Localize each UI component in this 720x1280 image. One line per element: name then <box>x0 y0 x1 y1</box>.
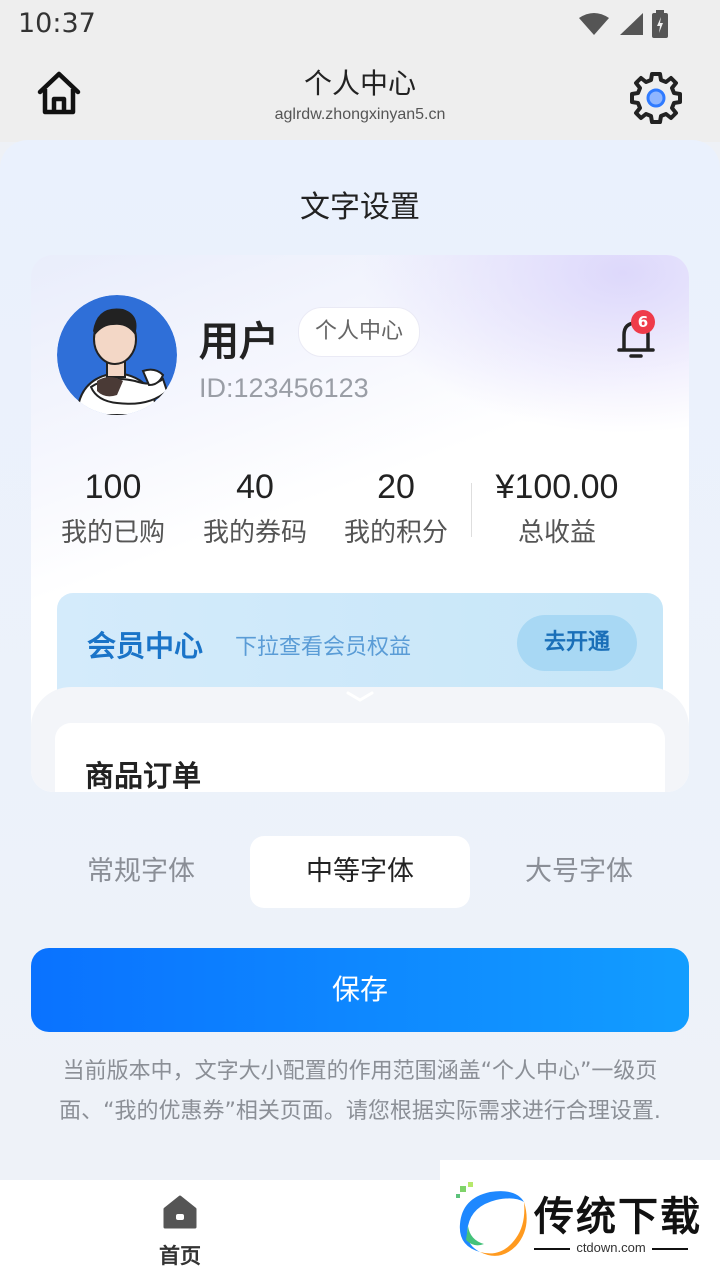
stat-points[interactable]: 20 我的积分 <box>326 465 466 551</box>
font-size-selector: 常规字体 中等字体 大号字体 <box>31 836 689 908</box>
save-button[interactable]: 保存 <box>31 948 689 1032</box>
orders-card[interactable]: 商品订单 <box>55 723 665 792</box>
nav-bar: 个人中心 aglrdw.zhongxinyan5.cn <box>0 50 720 142</box>
watermark: 传统下载 ctdown.com <box>440 1160 720 1280</box>
stat-label: 我的已购 <box>60 518 165 548</box>
stat-label: 我的积分 <box>343 518 448 548</box>
user-id: ID:123456123 <box>199 373 369 403</box>
settings-note: 当前版本中，文字大小配置的作用范围涵盖“个人中心”一级页面、“我的优惠券”相关页… <box>59 1059 661 1124</box>
watermark-domain: ctdown.com <box>534 1240 688 1255</box>
stat-earnings[interactable]: ¥100.00 总收益 <box>477 465 637 551</box>
watermark-text: 传统下载 <box>534 1194 702 1240</box>
stat-label: 总收益 <box>517 518 596 548</box>
sheet-title: 文字设置 <box>300 190 420 225</box>
avatar <box>57 295 177 415</box>
stat-value: ¥100.00 <box>495 468 619 506</box>
battery-icon <box>652 10 668 38</box>
watermark-logo-icon <box>456 1182 527 1256</box>
page-title: 个人中心 <box>303 67 416 100</box>
tab-home-label: 首页 <box>159 1244 201 1268</box>
stat-value: 100 <box>84 468 142 506</box>
font-option-large[interactable]: 大号字体 <box>469 836 689 908</box>
stat-label: 我的券码 <box>202 518 307 548</box>
vip-open-button[interactable]: 去开通 <box>517 615 637 671</box>
font-option-medium[interactable]: 中等字体 <box>250 836 470 908</box>
stat-purchased[interactable]: 100 我的已购 <box>43 465 183 551</box>
font-option-regular[interactable]: 常规字体 <box>31 836 251 908</box>
vip-subtitle: 下拉查看会员权益 <box>235 635 412 660</box>
vip-title: 会员中心 <box>87 629 204 663</box>
wifi-icon <box>579 13 609 35</box>
stat-value: 40 <box>236 468 274 506</box>
text-settings-sheet: 文字设置 用户 个人中心 ID:123456123 6 100 我的已购 40 … <box>0 140 720 1180</box>
vip-banner[interactable]: 会员中心 下拉查看会员权益 去开通 <box>57 593 663 693</box>
signal-icon <box>620 13 643 35</box>
preview-card: 用户 个人中心 ID:123456123 6 100 我的已购 40 我的券码 … <box>31 255 689 792</box>
orders-section: 商品订单 <box>31 687 689 792</box>
gear-icon[interactable] <box>628 70 684 126</box>
status-time: 10:37 <box>18 8 96 39</box>
stat-coupons[interactable]: 40 我的券码 <box>185 465 325 551</box>
stat-value: 20 <box>377 468 415 506</box>
page-url: aglrdw.zhongxinyan5.cn <box>274 106 446 123</box>
stat-divider <box>471 483 472 537</box>
chevron-down-icon[interactable] <box>342 689 378 705</box>
status-icons <box>578 10 668 38</box>
orders-title: 商品订单 <box>85 759 202 792</box>
user-tag: 个人中心 <box>298 307 421 357</box>
watermark-domain-text: ctdown.com <box>570 1240 652 1255</box>
status-bar: 10:37 <box>0 0 720 50</box>
notification-badge: 6 <box>631 310 655 334</box>
home-tab-icon <box>163 1195 197 1229</box>
username: 用户 <box>199 319 279 365</box>
